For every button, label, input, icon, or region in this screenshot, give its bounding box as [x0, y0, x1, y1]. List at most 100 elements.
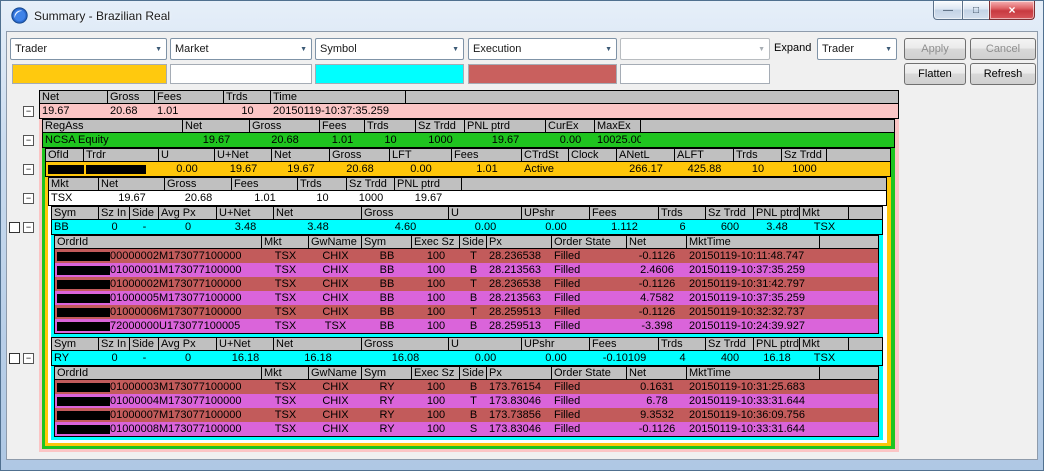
- column-header-avg-px[interactable]: Avg Px: [159, 338, 217, 350]
- collapse-toggle-symbol-ry[interactable]: −: [23, 353, 34, 364]
- column-header-order-state[interactable]: Order State: [552, 236, 627, 248]
- column-header-fees[interactable]: Fees: [232, 178, 298, 190]
- column-header-u-net[interactable]: U+Net: [215, 149, 272, 161]
- column-header-u[interactable]: U: [449, 207, 522, 219]
- column-header-gross[interactable]: Gross: [165, 178, 232, 190]
- flatten-button[interactable]: Flatten: [904, 63, 966, 85]
- execution-filter-dropdown[interactable]: Execution ▼: [468, 38, 617, 60]
- summary-row[interactable]: 19.6720.681.011020150119-10:37:35.259: [40, 104, 898, 118]
- column-header-side[interactable]: Side: [460, 367, 487, 379]
- column-header-u-net[interactable]: U+Net: [217, 207, 274, 219]
- order-row[interactable]: 01000004M173077100000TSXCHIXRY100T173.83…: [55, 394, 878, 408]
- order-row[interactable]: 01000005M173077100000TSXCHIXBB100B28.213…: [55, 291, 878, 305]
- trader-row[interactable]: 0.0019.6719.6720.680.001.01Active266.174…: [46, 162, 890, 176]
- refresh-button[interactable]: Refresh: [970, 63, 1036, 85]
- column-header-regass[interactable]: RegAss: [43, 120, 183, 132]
- column-header-mkt[interactable]: Mkt: [262, 236, 309, 248]
- column-header-sz-trdd[interactable]: Sz Trdd: [782, 149, 827, 161]
- column-header-exec-sz[interactable]: Exec Sz: [412, 236, 460, 248]
- column-header-side[interactable]: Side: [460, 236, 487, 248]
- column-header-u[interactable]: U: [449, 338, 522, 350]
- order-row[interactable]: 01000003M173077100000TSXCHIXRY100B173.76…: [55, 380, 878, 394]
- column-header-mkttime[interactable]: MktTime: [687, 367, 820, 379]
- order-row[interactable]: 01000007M173077100000TSXCHIXRY100B173.73…: [55, 408, 878, 422]
- column-header-sym[interactable]: Sym: [52, 207, 99, 219]
- column-header-net[interactable]: Net: [99, 178, 165, 190]
- column-header-mkt[interactable]: Mkt: [262, 367, 309, 379]
- trader-filter-input[interactable]: [12, 64, 167, 84]
- column-header-gross[interactable]: Gross: [250, 120, 320, 132]
- column-header-sz-trdd[interactable]: Sz Trdd: [706, 207, 754, 219]
- column-header-net[interactable]: Net: [274, 207, 362, 219]
- cancel-button[interactable]: Cancel: [970, 38, 1036, 60]
- column-header-mkt[interactable]: Mkt: [49, 178, 99, 190]
- column-header-mkttime[interactable]: MktTime: [687, 236, 820, 248]
- column-header-trds[interactable]: Trds: [224, 91, 271, 103]
- column-header-gwname[interactable]: GwName: [309, 367, 362, 379]
- column-header-mkt[interactable]: Mkt: [800, 338, 849, 350]
- column-header-net[interactable]: Net: [274, 338, 362, 350]
- column-header-pnl-ptrd[interactable]: PNL ptrd: [754, 338, 800, 350]
- column-header-sym[interactable]: Sym: [52, 338, 99, 350]
- column-header-trdr[interactable]: Trdr: [84, 149, 159, 161]
- column-header-u[interactable]: U: [159, 149, 215, 161]
- row-checkbox-ry[interactable]: [9, 353, 20, 364]
- column-header-sz-trdd[interactable]: Sz Trdd: [706, 338, 754, 350]
- column-header-lft[interactable]: LFT: [390, 149, 452, 161]
- close-button[interactable]: ×: [989, 1, 1035, 20]
- symbol-filter-dropdown[interactable]: Symbol ▼: [315, 38, 464, 60]
- column-header-exec-sz[interactable]: Exec Sz: [412, 367, 460, 379]
- column-header-fees[interactable]: Fees: [320, 120, 365, 132]
- expand-by-dropdown[interactable]: Trader ▼: [817, 38, 897, 60]
- column-header-side[interactable]: Side: [130, 207, 159, 219]
- trader-filter-dropdown[interactable]: Trader ▼: [10, 38, 167, 60]
- order-row[interactable]: 01000008M173077100000TSXCHIXRY100S173.83…: [55, 422, 878, 436]
- column-header-net[interactable]: Net: [627, 367, 687, 379]
- column-header-pnl-ptrd[interactable]: PNL ptrd: [754, 207, 800, 219]
- column-header-gross[interactable]: Gross: [330, 149, 390, 161]
- column-header-fees[interactable]: Fees: [590, 207, 659, 219]
- column-header-time[interactable]: Time: [271, 91, 406, 103]
- apply-button[interactable]: Apply: [904, 38, 966, 60]
- column-header-ordrid[interactable]: OrdrId: [55, 367, 262, 379]
- column-header-sym[interactable]: Sym: [362, 367, 412, 379]
- column-header-anetl[interactable]: ANetL: [617, 149, 675, 161]
- column-header-fees[interactable]: Fees: [155, 91, 224, 103]
- column-header-mkt[interactable]: Mkt: [800, 207, 849, 219]
- market-filter-dropdown[interactable]: Market ▼: [170, 38, 312, 60]
- column-header-fees[interactable]: Fees: [590, 338, 659, 350]
- column-header-sz-trdd[interactable]: Sz Trdd: [347, 178, 395, 190]
- collapse-toggle-trader[interactable]: −: [23, 164, 34, 175]
- collapse-toggle-summary[interactable]: −: [23, 106, 34, 117]
- order-row[interactable]: 01000001M173077100000TSXCHIXBB100B28.213…: [55, 263, 878, 277]
- column-header-gross[interactable]: Gross: [108, 91, 155, 103]
- minimize-button[interactable]: —: [933, 1, 963, 20]
- column-header-trds[interactable]: Trds: [298, 178, 347, 190]
- column-header-order-state[interactable]: Order State: [552, 367, 627, 379]
- order-row[interactable]: 01000006M173077100000TSXCHIXBB100T28.259…: [55, 305, 878, 319]
- column-header-clock[interactable]: Clock: [569, 149, 617, 161]
- column-header-net[interactable]: Net: [272, 149, 330, 161]
- column-header-net[interactable]: Net: [627, 236, 687, 248]
- column-header-avg-px[interactable]: Avg Px: [159, 207, 217, 219]
- market-row[interactable]: TSX19.6720.681.0110100019.67: [49, 191, 886, 205]
- column-header-trds[interactable]: Trds: [734, 149, 782, 161]
- column-header-px[interactable]: Px: [487, 367, 552, 379]
- column-header-fees[interactable]: Fees: [452, 149, 522, 161]
- symbol-row-bb[interactable]: BB0-03.483.484.600.000.001.11266003.48TS…: [52, 220, 882, 234]
- order-row[interactable]: 01000002M173077100000TSXCHIXBB100T28.236…: [55, 277, 878, 291]
- column-header-gwname[interactable]: GwName: [309, 236, 362, 248]
- column-header-sz-trdd[interactable]: Sz Trdd: [416, 120, 465, 132]
- column-header-u-net[interactable]: U+Net: [217, 338, 274, 350]
- column-header-gross[interactable]: Gross: [362, 207, 449, 219]
- column-header-ordrid[interactable]: OrdrId: [55, 236, 262, 248]
- column-header-side[interactable]: Side: [130, 338, 159, 350]
- maximize-button[interactable]: □: [962, 1, 990, 20]
- column-header-net[interactable]: Net: [183, 120, 250, 132]
- collapse-toggle-regass[interactable]: −: [23, 135, 34, 146]
- order-row[interactable]: 72000000U173077100005TSXTSXBB100B28.2595…: [55, 319, 878, 333]
- column-header-pnl-ptrd[interactable]: PNL ptrd: [395, 178, 462, 190]
- column-header-curex[interactable]: CurEx: [546, 120, 595, 132]
- collapse-toggle-market[interactable]: −: [23, 193, 34, 204]
- column-header-sz-in[interactable]: Sz In: [99, 207, 130, 219]
